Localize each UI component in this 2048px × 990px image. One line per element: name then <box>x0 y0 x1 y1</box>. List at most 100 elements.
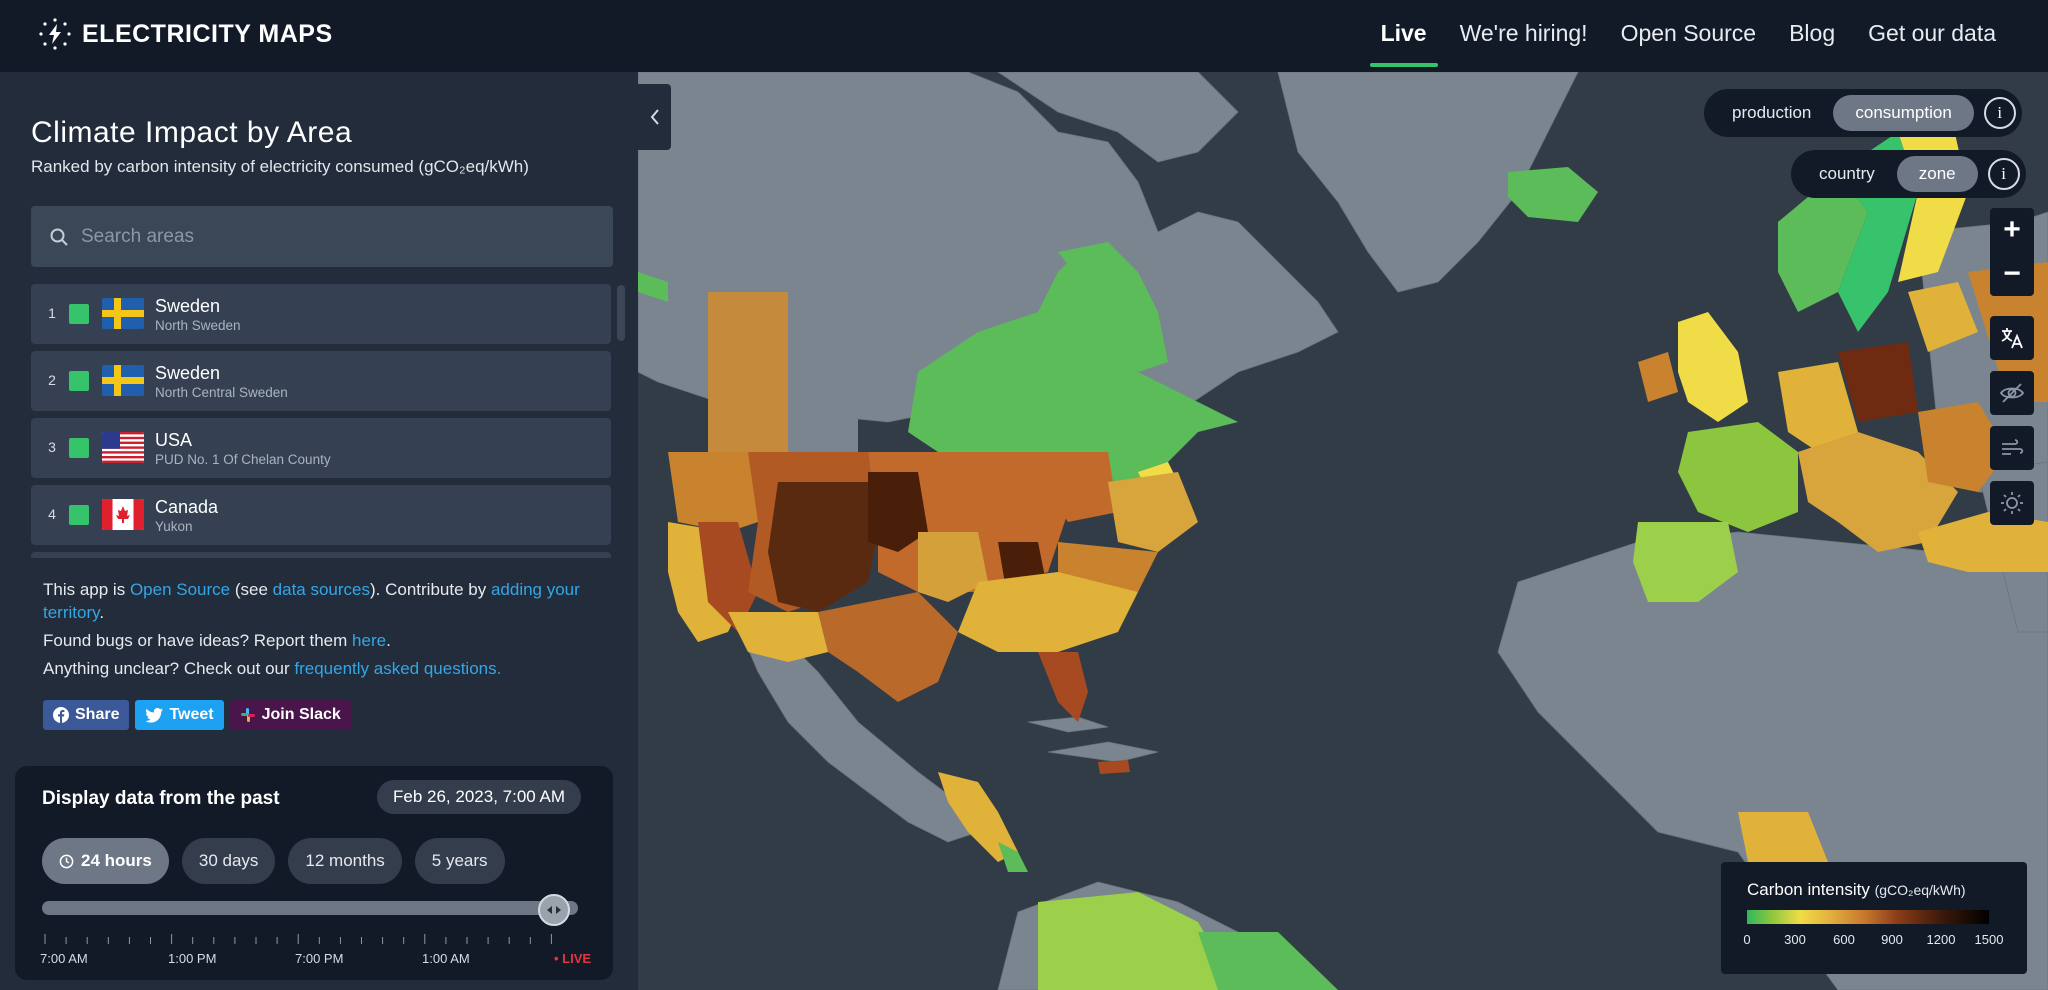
hide-icon <box>1999 383 2025 403</box>
intensity-swatch <box>69 438 89 458</box>
selected-date-badge[interactable]: Feb 26, 2023, 7:00 AM <box>377 780 582 814</box>
logo-icon <box>39 18 71 50</box>
tab-30-days[interactable]: 30 days <box>181 838 276 884</box>
language-icon <box>2001 328 2023 349</box>
list-scrollbar[interactable] <box>617 285 625 341</box>
tweet-button[interactable]: Tweet <box>135 700 224 730</box>
iceland <box>1508 167 1598 222</box>
slack-icon <box>240 708 255 722</box>
info-icon[interactable]: i <box>1983 97 2016 129</box>
language-button[interactable] <box>1990 316 2034 360</box>
main-nav: Live We're hiring! Open Source Blog Get … <box>1369 20 1996 67</box>
zoom-in-icon[interactable]: + <box>1990 208 2034 252</box>
time-axis-label: 1:00 AM <box>422 951 470 966</box>
report-bugs-link[interactable]: here <box>352 631 386 650</box>
rank-number: 1 <box>48 305 56 321</box>
sidebar-subtitle: Ranked by carbon intensity of electricit… <box>31 157 529 176</box>
nav-hiring[interactable]: We're hiring! <box>1460 20 1588 47</box>
france <box>1678 422 1798 532</box>
country-name: Sweden <box>155 296 221 316</box>
zoom-controls: + − <box>1990 208 2034 296</box>
nav-open-source[interactable]: Open Source <box>1621 20 1757 47</box>
search-icon <box>50 228 68 246</box>
usa-florida <box>1038 652 1088 722</box>
time-axis-label: 7:00 AM <box>40 951 88 966</box>
solar-layer-button[interactable] <box>1990 481 2034 525</box>
tab-12-months[interactable]: 12 months <box>288 838 402 884</box>
toggle-country[interactable]: country <box>1797 156 1897 192</box>
zone-name: North Sweden <box>155 318 241 333</box>
clock-icon <box>59 854 74 868</box>
nav-get-data[interactable]: Get our data <box>1868 20 1996 47</box>
time-slider-track[interactable] <box>42 901 578 915</box>
caribbean <box>1047 741 1159 763</box>
ranking-row[interactable]: 2 Sweden North Central Sweden <box>31 351 611 411</box>
collapse-sidebar-button[interactable] <box>638 84 671 150</box>
join-slack-button[interactable]: Join Slack <box>229 700 351 730</box>
ranking-row[interactable] <box>31 552 611 558</box>
time-controller: Display data from the past Feb 26, 2023,… <box>15 766 613 980</box>
usa-flag-icon <box>102 432 144 463</box>
toggle-production[interactable]: production <box>1710 95 1833 131</box>
sidebar: Climate Impact by Area Ranked by carbon … <box>0 72 638 990</box>
facebook-icon <box>53 707 69 723</box>
usa-texas <box>818 592 958 702</box>
legend-tick: 900 <box>1881 932 1903 947</box>
tab-5-years[interactable]: 5 years <box>414 838 505 884</box>
top-navbar: ELECTRICITY MAPS Live We're hiring! Open… <box>0 0 2048 72</box>
canada-yukon-bc <box>708 292 788 452</box>
ireland <box>1638 352 1678 402</box>
country-name: USA <box>155 430 193 450</box>
zone-name: North Central Sweden <box>155 385 288 400</box>
info-text: This app is Open Source (see data source… <box>43 578 613 685</box>
intensity-swatch <box>69 371 89 391</box>
legend-title: Carbon intensity (gCO₂eq/kWh) <box>1747 880 1966 899</box>
sun-icon <box>2001 492 2023 514</box>
ranking-row[interactable]: 4 Canada Yukon <box>31 485 611 545</box>
faq-link[interactable]: frequently asked questions. <box>294 659 501 678</box>
toggle-colorblind-button[interactable] <box>1990 371 2034 415</box>
sweden-flag-icon <box>102 298 144 329</box>
time-slider-handle[interactable] <box>538 894 570 926</box>
ranking-row[interactable]: 3 USA PUD No. 1 Of Chelan County <box>31 418 611 478</box>
wind-layer-button[interactable] <box>1990 426 2034 470</box>
info-icon[interactable]: i <box>1987 158 2020 190</box>
toggle-zone[interactable]: zone <box>1896 156 1978 192</box>
chevron-left-icon <box>650 109 659 125</box>
search-box[interactable] <box>31 206 613 267</box>
drag-arrows-icon <box>547 906 561 914</box>
nav-blog[interactable]: Blog <box>1789 20 1835 47</box>
brand[interactable]: ELECTRICITY MAPS <box>38 17 333 51</box>
world-map[interactable] <box>638 72 2048 990</box>
legend-color-scale <box>1747 910 1989 924</box>
info-line-2: Found bugs or have ideas? Report them he… <box>43 631 391 650</box>
zoom-out-icon[interactable]: − <box>1990 252 2034 296</box>
intensity-swatch <box>69 304 89 324</box>
cuba <box>1027 716 1109 733</box>
data-sources-link[interactable]: data sources <box>273 580 370 599</box>
toggle-consumption[interactable]: consumption <box>1833 95 1974 131</box>
live-indicator[interactable]: • LIVE <box>554 951 591 966</box>
dominican-republic <box>1098 760 1130 774</box>
facebook-share-button[interactable]: Share <box>43 700 130 730</box>
zone-name: Yukon <box>155 519 193 534</box>
carbon-intensity-map[interactable] <box>638 72 2048 990</box>
time-panel-title: Display data from the past <box>42 788 280 809</box>
ranking-row[interactable]: 1 Sweden North Sweden <box>31 284 611 344</box>
info-line-3: Anything unclear? Check out our frequent… <box>43 659 502 678</box>
twitter-icon <box>145 707 164 723</box>
zone-name: PUD No. 1 Of Chelan County <box>155 452 331 467</box>
search-input[interactable] <box>81 225 581 248</box>
canada-flag-icon <box>102 499 144 530</box>
canada-alberta <box>788 372 858 452</box>
ranking-list[interactable]: 1 Sweden North Sweden 2 Sweden North Cen… <box>31 284 611 558</box>
legend-tick-labels: 0 300 600 900 1200 1500 <box>1743 932 2003 948</box>
legend-tick: 1200 <box>1926 932 1956 947</box>
tab-24-hours[interactable]: 24 hours <box>42 838 169 884</box>
open-source-link[interactable]: Open Source <box>130 580 230 599</box>
rank-number: 4 <box>48 506 56 522</box>
rank-number: 2 <box>48 372 56 388</box>
rank-number: 3 <box>48 439 56 455</box>
nav-live[interactable]: Live <box>1369 20 1438 67</box>
usa-rockies-dark <box>768 482 878 612</box>
